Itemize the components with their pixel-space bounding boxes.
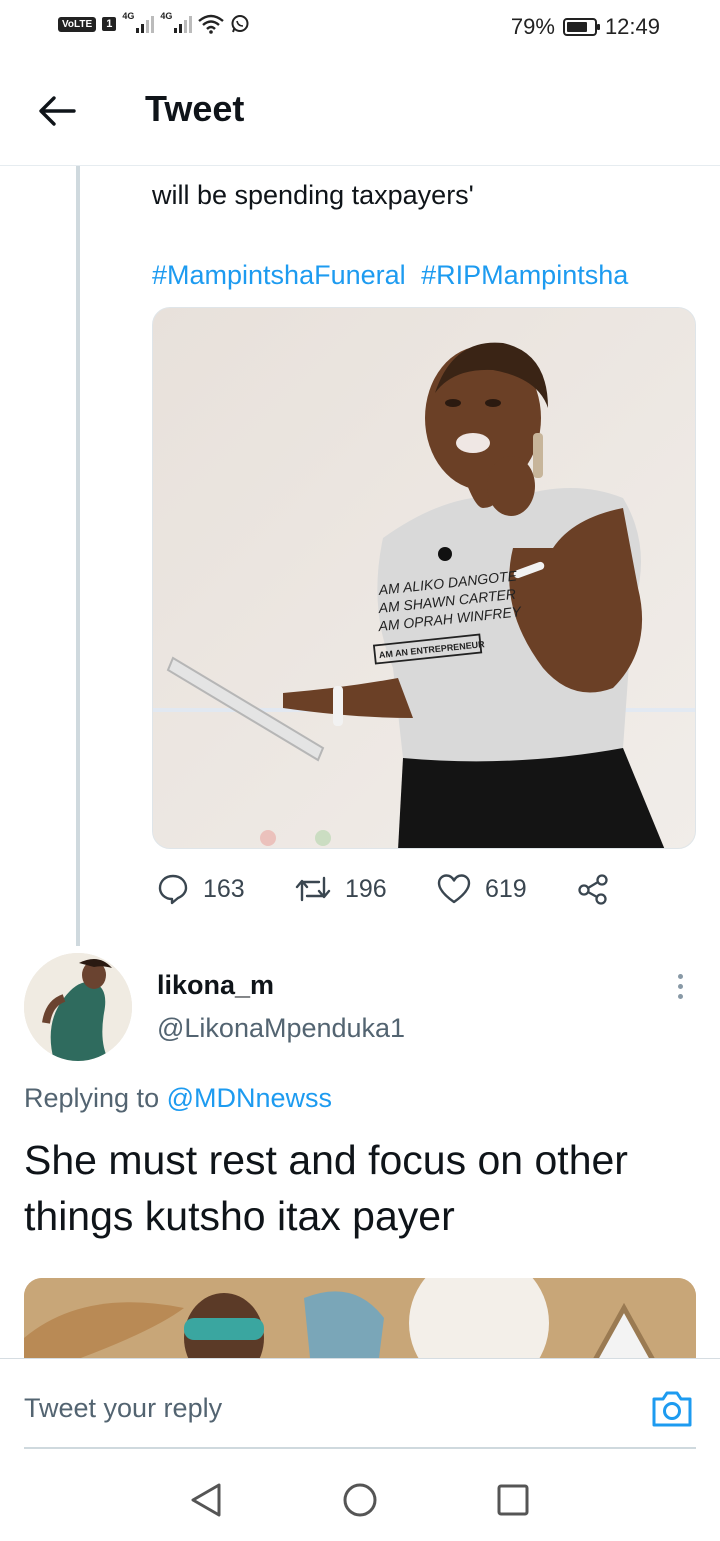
like-count: 619 bbox=[485, 874, 527, 903]
signal-label-2: 4G bbox=[160, 11, 173, 21]
whatsapp-icon bbox=[231, 15, 249, 33]
tweet-actions: 163 196 619 bbox=[157, 866, 637, 912]
compose-bar: Tweet your reply bbox=[0, 1358, 720, 1450]
battery-icon bbox=[562, 18, 600, 36]
avatar-photo bbox=[24, 953, 132, 1061]
clock: 12:49 bbox=[604, 14, 660, 39]
arrow-left-icon bbox=[39, 96, 76, 126]
circle-home-icon bbox=[343, 1483, 377, 1517]
signal-icon: 4G bbox=[122, 11, 155, 33]
camera-button[interactable] bbox=[650, 1389, 694, 1429]
share-button[interactable] bbox=[577, 873, 609, 905]
volte-badge: VoLTE bbox=[58, 16, 97, 32]
battery-fill bbox=[566, 22, 588, 32]
reply-text: She must rest and focus on other things … bbox=[24, 1137, 628, 1239]
hashtag-link[interactable]: #MampintshaFuneral bbox=[152, 260, 406, 290]
like-button[interactable]: 619 bbox=[437, 873, 527, 905]
status-bar: VoLTE 1 4G 4G 79% 12:49 bbox=[0, 0, 720, 56]
nav-home-button[interactable] bbox=[340, 1480, 380, 1520]
nav-back-button[interactable] bbox=[186, 1480, 226, 1520]
header: Tweet bbox=[0, 56, 720, 166]
reply-author-name[interactable]: likona_m bbox=[157, 970, 274, 1001]
heart-icon bbox=[437, 874, 471, 904]
wifi-icon bbox=[198, 14, 225, 34]
compose-underline bbox=[24, 1447, 696, 1449]
replying-to-link[interactable]: @MDNnewss bbox=[167, 1083, 332, 1113]
comment-icon bbox=[158, 874, 188, 905]
thread-line bbox=[76, 166, 80, 946]
avatar[interactable] bbox=[24, 953, 132, 1061]
signal-icon-2: 4G bbox=[160, 11, 193, 33]
share-icon bbox=[578, 874, 608, 905]
status-right: 79% 12:49 bbox=[511, 14, 660, 40]
reply-count: 163 bbox=[203, 874, 245, 903]
hashtag-link[interactable]: #RIPMampintsha bbox=[421, 260, 628, 290]
sim-number: 1 bbox=[102, 17, 117, 31]
retweet-count: 196 bbox=[345, 874, 387, 903]
tweet-text: will be spending taxpayers' bbox=[152, 180, 474, 210]
replying-to: Replying to @MDNnewss bbox=[24, 1083, 332, 1114]
back-button[interactable] bbox=[34, 88, 80, 134]
triangle-back-icon bbox=[191, 1483, 221, 1517]
square-recents-icon bbox=[497, 1484, 529, 1516]
page-title: Tweet bbox=[145, 88, 245, 129]
reply-button[interactable]: 163 bbox=[157, 873, 245, 905]
nav-recents-button[interactable] bbox=[493, 1480, 533, 1520]
retweet-icon bbox=[295, 876, 331, 902]
signal-label: 4G bbox=[122, 11, 135, 21]
camera-icon bbox=[652, 1391, 692, 1427]
retweet-button[interactable]: 196 bbox=[295, 874, 387, 904]
reply-input[interactable]: Tweet your reply bbox=[24, 1393, 222, 1424]
replying-prefix: Replying to bbox=[24, 1083, 160, 1113]
system-nav-bar bbox=[0, 1450, 720, 1541]
status-left: VoLTE 1 4G 4G bbox=[58, 11, 250, 34]
more-vertical-icon[interactable] bbox=[662, 968, 698, 1004]
battery-percent: 79% bbox=[510, 14, 555, 39]
photo-woman-presenting: AM ALIKO DANGOTE AM SHAWN CARTER AM OPRA… bbox=[153, 308, 695, 848]
tweet-image[interactable]: AM ALIKO DANGOTE AM SHAWN CARTER AM OPRA… bbox=[152, 307, 696, 849]
hashtags: #MampintshaFuneral #RIPMampintsha bbox=[152, 256, 636, 294]
reply-author-handle[interactable]: @LikonaMpenduka1 bbox=[157, 1013, 405, 1044]
